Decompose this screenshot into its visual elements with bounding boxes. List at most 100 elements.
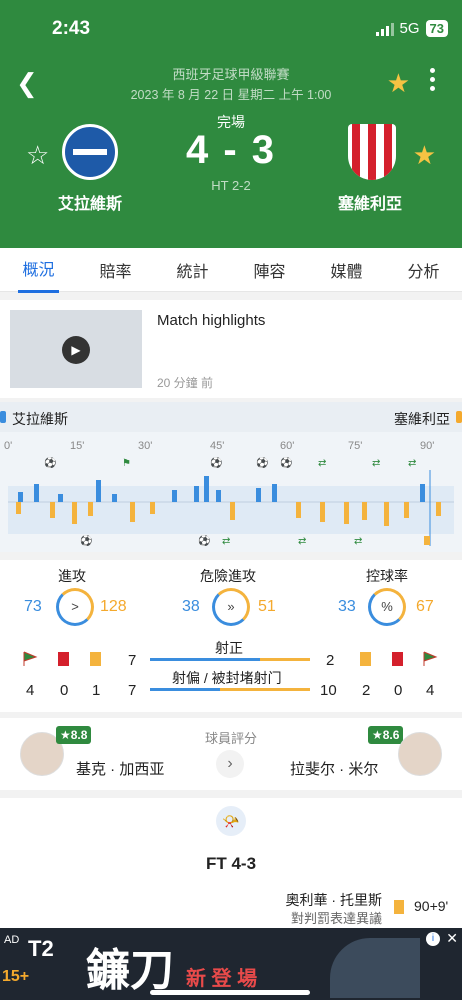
home-team-name[interactable]: 艾拉維斯 (58, 190, 122, 214)
minute-tick: 30' (138, 440, 153, 452)
svg-text:⚽: ⚽ (197, 534, 210, 547)
on-target-away: 2 (326, 652, 335, 669)
timeline-home: 艾拉維斯 (12, 411, 68, 427)
ad-banner[interactable]: AD T2 15+ 鐮刀 新 登 場 i ✕ (0, 928, 462, 1000)
ad-label: AD (4, 934, 20, 946)
tab-stats[interactable]: 統計 (172, 248, 212, 292)
svg-text:⇄: ⇄ (318, 458, 326, 469)
away-color-marker (456, 411, 462, 423)
signal-icon (375, 22, 394, 36)
timeline-away: 塞維利亞 (394, 411, 450, 427)
ad-brand: T2 (28, 936, 54, 961)
svg-text:⚽: ⚽ (255, 456, 268, 469)
svg-text:⚽: ⚽ (79, 534, 92, 547)
minute-tick: 0' (4, 440, 13, 452)
svg-text:⚽: ⚽ (209, 456, 222, 469)
on-target-home: 7 (128, 652, 137, 669)
highlights-card[interactable]: ▶ Match highlights 20 分鐘 前 (0, 300, 462, 398)
home-color-marker (0, 411, 6, 423)
danger-label: 危險進攻 (200, 568, 256, 584)
svg-text:⚽: ⚽ (43, 456, 56, 469)
chevron-right-icon[interactable]: › (216, 750, 244, 778)
home-red: 0 (60, 682, 69, 699)
event-detail: 對判罰表達異議 (290, 911, 382, 926)
away-player-name[interactable]: 拉斐尔 · 米尔 (290, 758, 378, 779)
status-icons: 5G 73 (375, 20, 448, 37)
attack-ring: > (56, 588, 94, 626)
stats-card: 進攻 73 > 128 危險進攻 38 » 51 控球率 33 % 67 7 射… (0, 560, 462, 712)
svg-text:⇄: ⇄ (408, 458, 416, 469)
svg-text:⇄: ⇄ (222, 536, 230, 547)
on-target-label: 射正 (215, 640, 243, 656)
away-player-score: ★8.6 (368, 726, 404, 744)
favorite-star-icon[interactable]: ★ (387, 68, 410, 99)
more-menu-icon[interactable] (430, 68, 436, 95)
minute-tick: 60' (280, 440, 295, 452)
highlights-time: 20 分鐘 前 (157, 376, 214, 390)
battery-icon: 73 (425, 20, 448, 37)
home-player-name[interactable]: 基克 · 加西亚 (76, 758, 164, 779)
away-team-name[interactable]: 塞維利亞 (338, 190, 402, 214)
away-red: 0 (394, 682, 403, 699)
svg-text:⇄: ⇄ (354, 536, 362, 547)
tab-overview[interactable]: 概況 (18, 246, 59, 293)
minute-tick: 90' (420, 440, 435, 452)
event-player: 奧利華 · 托里斯 (285, 892, 382, 908)
timeline-header: 艾拉維斯 塞維利亞 (0, 402, 462, 432)
svg-text:⇄: ⇄ (372, 458, 380, 469)
minute-tick: 45' (210, 440, 225, 452)
off-target-home: 7 (128, 682, 137, 699)
ad-rating: 15+ (2, 968, 30, 985)
off-target-away: 10 (320, 682, 337, 699)
away-corners: 4 (426, 682, 435, 699)
event-minute: 90+9' (414, 898, 449, 914)
ad-info-icon[interactable]: i (426, 932, 440, 946)
ad-title[interactable]: 鐮刀 (86, 934, 174, 998)
match-timeline: 艾拉維斯 塞維利亞 0' 15' 30' 45' 60' 75' 90' ⚽ ⚑… (0, 402, 462, 552)
match-header: 2:43 5G 73 ❮ 西班牙足球甲級聯賽 2023 年 8 月 22 日 星… (0, 0, 462, 248)
svg-text:⚑: ⚑ (122, 458, 131, 469)
video-thumbnail[interactable]: ▶ (10, 310, 142, 388)
tab-lineup[interactable]: 陣容 (249, 248, 289, 292)
home-yellow: 1 (92, 682, 101, 699)
danger-ring: » (212, 588, 250, 626)
minute-tick: 15' (70, 440, 85, 452)
play-icon[interactable]: ▶ (62, 336, 90, 364)
possession-home: 33 (338, 598, 356, 615)
possession-label: 控球率 (366, 568, 408, 584)
svg-text:⚽: ⚽ (279, 456, 292, 469)
danger-home: 38 (182, 598, 200, 615)
ad-close-icon[interactable]: ✕ (446, 930, 458, 947)
possession-away: 67 (416, 598, 434, 615)
player-rating-card[interactable]: 球員評分 ★8.8 基克 · 加西亚 › 拉斐尔 · 米尔 ★8.6 (0, 718, 462, 790)
highlights-title[interactable]: Match highlights (157, 312, 265, 329)
momentum-graph: ⚽ ⚑ ⚽ ⚽ ⚽ ⇄ ⇄ ⇄ ⚽ ⚽ ⇄ ⇄ ⇄ (8, 456, 454, 547)
network-label: 5G (399, 20, 420, 37)
attack-home: 73 (24, 598, 42, 615)
danger-away: 51 (258, 598, 276, 615)
svg-text:⇄: ⇄ (298, 536, 306, 547)
event-result: FT 4-3 (205, 854, 257, 873)
tab-analysis[interactable]: 分析 (403, 248, 443, 292)
ad-character-image (330, 938, 420, 998)
whistle-icon: 📯 (216, 806, 246, 836)
ad-subtitle[interactable]: 新 登 場 (186, 962, 257, 991)
tab-media[interactable]: 媒體 (326, 248, 366, 292)
away-favorite-star-icon[interactable]: ★ (413, 140, 436, 171)
off-target-label: 射偏 / 被封堵射门 (172, 670, 282, 686)
home-indicator (150, 990, 310, 995)
attack-label: 進攻 (58, 568, 86, 584)
yellow-card-icon (394, 900, 404, 914)
event-card: 📯 FT 4-3 奧利華 · 托里斯 對判罰表達異議 90+9' (0, 798, 462, 928)
possession-ring: % (368, 588, 406, 626)
away-player-avatar[interactable] (398, 732, 442, 776)
away-crest[interactable] (348, 124, 396, 180)
match-tabs: 概況 賠率 統計 陣容 媒體 分析 (0, 246, 462, 293)
status-time: 2:43 (52, 18, 91, 39)
attack-away: 128 (100, 598, 127, 615)
away-yellow: 2 (362, 682, 371, 699)
minute-tick: 75' (348, 440, 363, 452)
home-player-score: ★8.8 (56, 726, 92, 744)
tab-odds[interactable]: 賠率 (95, 248, 135, 292)
home-corners: 4 (26, 682, 35, 699)
